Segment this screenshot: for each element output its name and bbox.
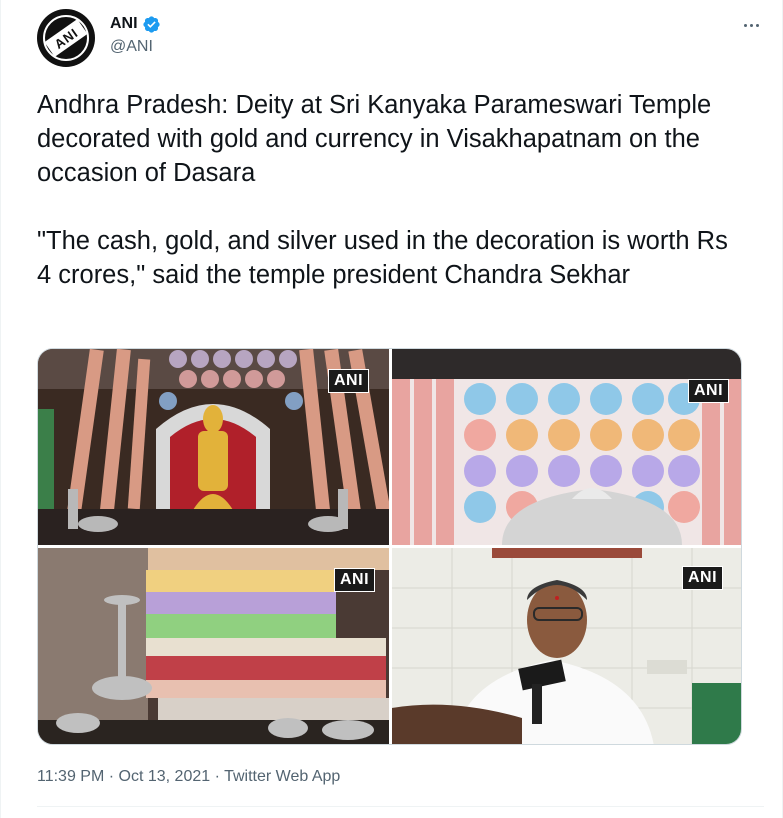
more-dot <box>743 23 747 27</box>
photo-deity[interactable]: ANI <box>38 349 389 545</box>
author-handle[interactable]: @ANI <box>110 38 161 56</box>
verified-badge-icon <box>142 15 161 34</box>
meta-separator: · <box>214 768 220 785</box>
media-grid: ANI ANI ANI ANI <box>37 348 742 745</box>
tweet-meta: 11:39 PM · Oct 13, 2021 · Twitter Web Ap… <box>37 768 340 786</box>
ani-watermark: ANI <box>334 568 376 592</box>
author-avatar[interactable]: ANI <box>37 9 95 67</box>
tweet-header: ANI ANI @ANI <box>37 9 764 67</box>
more-dot <box>749 23 753 27</box>
author-display-name[interactable]: ANI <box>110 15 138 33</box>
photo-stacked-notes[interactable]: ANI <box>38 548 389 744</box>
ani-watermark: ANI <box>688 379 730 403</box>
tweet-time[interactable]: 11:39 PM <box>37 768 104 785</box>
divider <box>37 806 764 807</box>
display-name-row: ANI <box>110 13 161 35</box>
ani-watermark: ANI <box>682 566 724 590</box>
photo-currency-ceiling[interactable]: ANI <box>392 349 741 545</box>
tweet-text: Andhra Pradesh: Deity at Sri Kanyaka Par… <box>37 91 728 289</box>
meta-separator: · <box>108 768 115 785</box>
tweet-date[interactable]: Oct 13, 2021 <box>119 768 211 785</box>
tweet-source[interactable]: Twitter Web App <box>224 768 340 785</box>
ani-watermark: ANI <box>328 369 370 393</box>
more-dot <box>755 23 759 27</box>
tweet-card: ANI ANI @ANI Andhra Pradesh: Deity at Sr… <box>0 0 783 818</box>
photo-temple-president[interactable]: ANI <box>392 548 741 744</box>
more-horizontal-icon[interactable] <box>738 15 764 35</box>
author-names: ANI @ANI <box>110 13 161 56</box>
